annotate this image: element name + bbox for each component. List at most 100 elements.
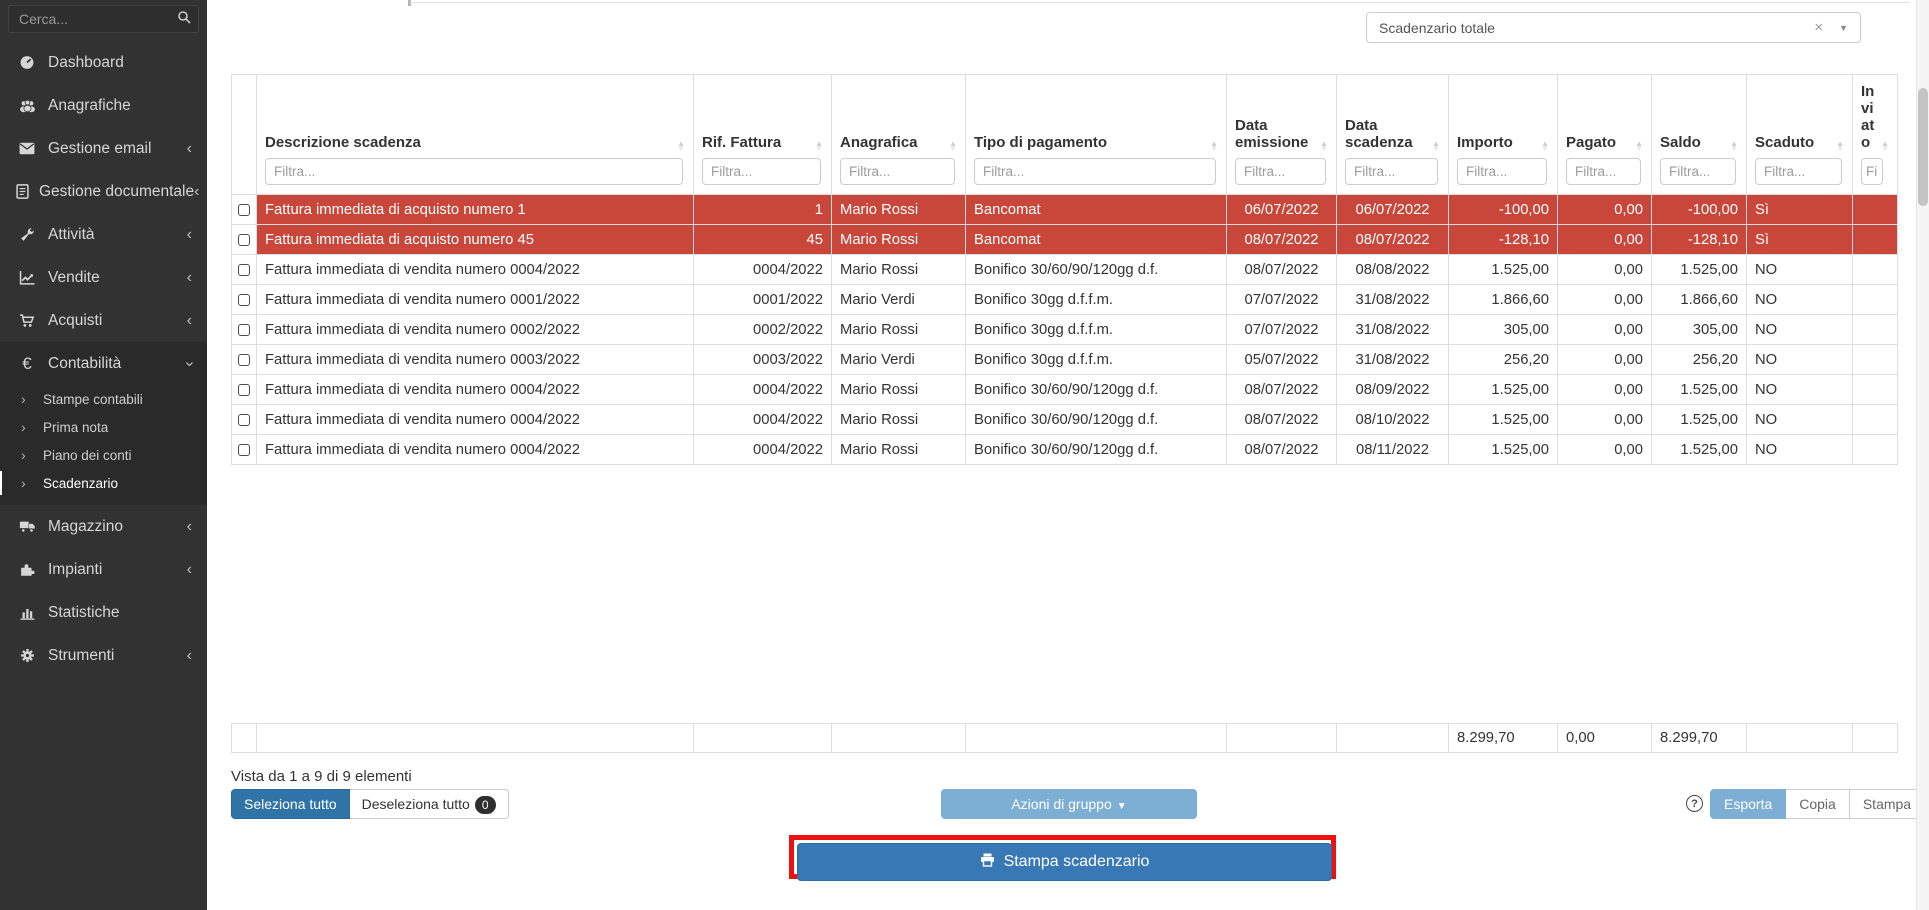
column-header-rif[interactable]: Rif. Fattura ▲▼ — [694, 75, 832, 195]
sidebar-subitem-label: Piano dei conti — [43, 448, 132, 463]
cell-scadenza: 06/07/2022 — [1337, 195, 1449, 225]
sidebar: DashboardAnagraficheGestione email‹Gesti… — [0, 0, 207, 910]
row-checkbox[interactable] — [238, 354, 250, 366]
filter-input-scaduto[interactable] — [1755, 158, 1842, 185]
print-schedule-button[interactable]: Stampa scadenzario — [797, 843, 1332, 881]
cell-rif: 0003/2022 — [694, 345, 832, 375]
column-header-scaduto[interactable]: Scaduto▲▼ — [1747, 75, 1853, 195]
column-header-descrizione[interactable]: Descrizione scadenza▲▼ — [257, 75, 694, 195]
sidebar-item-magazzino[interactable]: Magazzino‹ — [0, 505, 207, 548]
copy-button[interactable]: Copia — [1786, 789, 1850, 819]
filter-input-scadenza[interactable] — [1345, 158, 1438, 185]
export-button[interactable]: Esporta — [1710, 789, 1786, 819]
sidebar-item-statistiche[interactable]: Statistiche — [0, 591, 207, 634]
column-header-inviato[interactable]: Inviato▲▼ — [1853, 75, 1898, 195]
sidebar-item-contabilita[interactable]: €Contabilità‹ — [0, 342, 207, 385]
select-all-button[interactable]: Seleziona tutto — [231, 789, 350, 819]
table-row: Fattura immediata di vendita numero 0004… — [232, 375, 1898, 405]
sidebar-item-dashboard[interactable]: Dashboard — [0, 41, 207, 84]
row-checkbox[interactable] — [238, 234, 250, 246]
column-header-emissione[interactable]: Data emissione▲▼ — [1227, 75, 1337, 195]
search-input[interactable] — [8, 5, 199, 33]
chevron-down-icon[interactable]: ▼ — [1839, 23, 1848, 33]
sort-icon[interactable]: ▲▼ — [1836, 141, 1844, 151]
chevron-left-icon: ‹ — [187, 647, 192, 665]
total-cell-checkbox — [232, 724, 257, 753]
sidebar-item-strumenti[interactable]: Strumenti‹ — [0, 634, 207, 677]
filter-input-descrizione[interactable] — [265, 158, 683, 185]
vertical-scrollbar[interactable] — [1916, 0, 1929, 910]
sidebar-item-gestione-documentale[interactable]: Gestione documentale‹ — [0, 170, 207, 213]
cell-emissione: 08/07/2022 — [1227, 255, 1337, 285]
sort-icon[interactable]: ▲▼ — [949, 141, 957, 151]
row-checkbox[interactable] — [238, 294, 250, 306]
euro-icon: € — [16, 354, 38, 374]
sidebar-item-anagrafiche[interactable]: Anagrafiche — [0, 84, 207, 127]
sort-icon[interactable]: ▲▼ — [1320, 141, 1328, 151]
row-checkbox-cell — [232, 345, 257, 375]
sort-icon[interactable]: ▲▼ — [1432, 141, 1440, 151]
print-button[interactable]: Stampa — [1850, 789, 1925, 819]
clear-selection-icon[interactable]: × — [1814, 19, 1823, 36]
sort-icon[interactable]: ▲▼ — [1210, 141, 1218, 151]
wrench-icon — [16, 227, 38, 242]
scrollbar-thumb[interactable] — [1918, 88, 1928, 206]
sort-icon[interactable]: ▲▼ — [1881, 141, 1889, 151]
row-checkbox[interactable] — [238, 414, 250, 426]
column-header-tipo[interactable]: Tipo di pagamento▲▼ — [966, 75, 1227, 195]
report-type-select[interactable]: Scadenzario totale × ▼ — [1366, 12, 1861, 43]
cell-pagato: 0,00 — [1558, 255, 1652, 285]
row-checkbox-cell — [232, 405, 257, 435]
sidebar-item-impianti[interactable]: Impianti‹ — [0, 548, 207, 591]
help-icon[interactable]: ? — [1686, 795, 1703, 812]
sidebar-item-label: Contabilità — [48, 355, 187, 373]
column-label: Data emissione — [1235, 117, 1318, 151]
sidebar-item-attivita[interactable]: Attività‹ — [0, 213, 207, 256]
cell-pagato: 0,00 — [1558, 225, 1652, 255]
filter-input-anagrafica[interactable] — [840, 158, 955, 185]
row-checkbox[interactable] — [238, 204, 250, 216]
sidebar-subitem-label: Prima nota — [43, 420, 108, 435]
column-label: Anagrafica — [840, 134, 918, 151]
sidebar-subitem-piano-dei-conti[interactable]: ›Piano dei conti — [0, 441, 207, 469]
column-header-saldo[interactable]: Saldo▲▼ — [1652, 75, 1747, 195]
column-label: Rif. Fattura — [702, 134, 781, 151]
column-header-importo[interactable]: Importo▲▼ — [1449, 75, 1558, 195]
search-icon[interactable] — [177, 10, 191, 29]
row-checkbox[interactable] — [238, 264, 250, 276]
filter-input-pagato[interactable] — [1566, 158, 1641, 185]
sort-icon[interactable]: ▲▼ — [815, 141, 823, 151]
sidebar-item-vendite[interactable]: Vendite‹ — [0, 256, 207, 299]
column-header-scadenza[interactable]: Data scadenza▲▼ — [1337, 75, 1449, 195]
total-cell-anagrafica — [832, 724, 966, 753]
group-actions-button[interactable]: Azioni di gruppo▼ — [941, 789, 1197, 819]
sort-icon[interactable]: ▲▼ — [1541, 141, 1549, 151]
sort-icon[interactable]: ▲▼ — [1730, 141, 1738, 151]
filter-input-rif[interactable] — [702, 158, 821, 185]
sidebar-search — [8, 5, 199, 33]
cell-tipo: Bonifico 30gg d.f.f.m. — [966, 345, 1227, 375]
cell-emissione: 08/07/2022 — [1227, 405, 1337, 435]
filter-input-inviato[interactable] — [1861, 158, 1883, 185]
cell-pagato: 0,00 — [1558, 315, 1652, 345]
row-checkbox[interactable] — [238, 384, 250, 396]
sort-icon[interactable]: ▲▼ — [677, 141, 685, 151]
sidebar-subitem-prima-nota[interactable]: ›Prima nota — [0, 413, 207, 441]
sidebar-item-acquisti[interactable]: Acquisti‹ — [0, 299, 207, 342]
row-checkbox[interactable] — [238, 444, 250, 456]
filter-input-emissione[interactable] — [1235, 158, 1326, 185]
column-header-anagrafica[interactable]: Anagrafica ▲▼ — [832, 75, 966, 195]
cell-descrizione: Fattura immediata di vendita numero 0004… — [257, 255, 694, 285]
sidebar-item-gestione-email[interactable]: Gestione email‹ — [0, 127, 207, 170]
row-checkbox[interactable] — [238, 324, 250, 336]
filter-input-saldo[interactable] — [1660, 158, 1736, 185]
cell-tipo: Bonifico 30/60/90/120gg d.f. — [966, 375, 1227, 405]
filter-input-importo[interactable] — [1457, 158, 1547, 185]
sort-icon[interactable]: ▲▼ — [1635, 141, 1643, 151]
deselect-all-button[interactable]: Deseleziona tutto0 — [350, 789, 509, 819]
cell-importo: 256,20 — [1449, 345, 1558, 375]
sidebar-subitem-stampe-contabili[interactable]: ›Stampe contabili — [0, 385, 207, 413]
sidebar-subitem-scadenzario[interactable]: ›Scadenzario — [0, 469, 207, 497]
filter-input-tipo[interactable] — [974, 158, 1216, 185]
column-header-pagato[interactable]: Pagato▲▼ — [1558, 75, 1652, 195]
